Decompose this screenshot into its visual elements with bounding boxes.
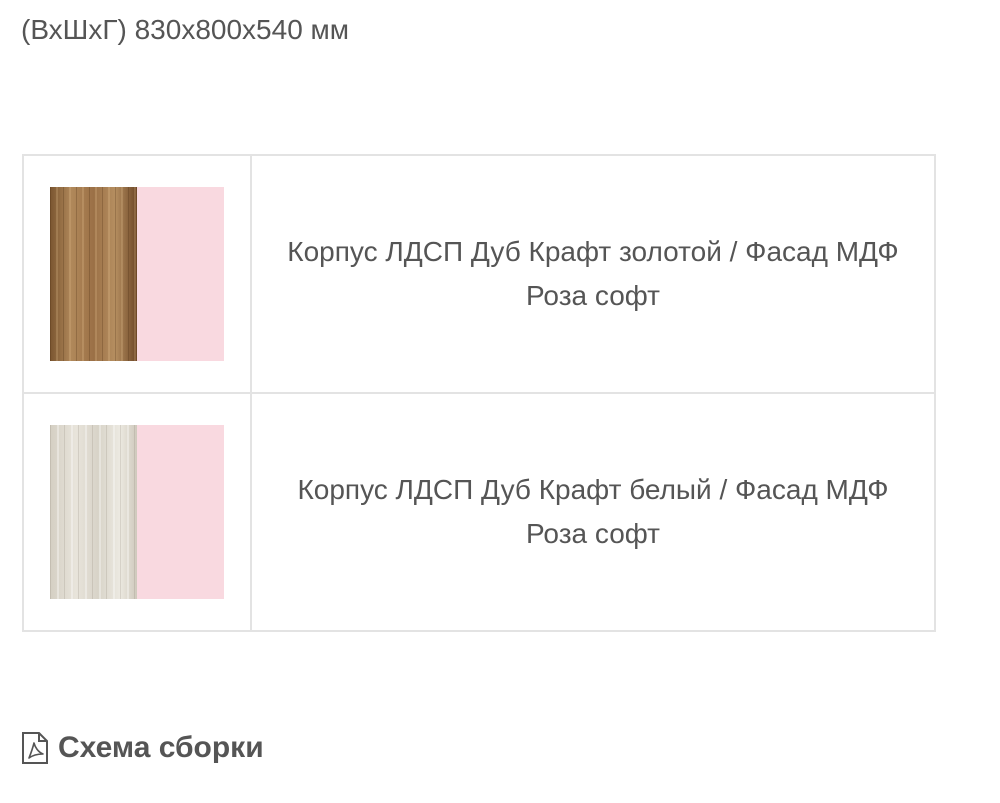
- wood-texture-golden: [50, 187, 137, 361]
- product-dimensions: (ВхШхГ) 830х800х540 мм: [21, 14, 350, 45]
- color-swatch-golden-oak-rose: [50, 187, 224, 361]
- wood-texture-white: [50, 425, 137, 599]
- table-row: Корпус ЛДСП Дуб Крафт золотой / Фасад МД…: [22, 154, 936, 394]
- color-swatch-white-oak-rose: [50, 425, 224, 599]
- assembly-scheme-label: Схема сборки: [58, 731, 264, 764]
- variant-description-cell: Корпус ЛДСП Дуб Крафт золотой / Фасад МД…: [250, 154, 936, 394]
- swatch-cell: [22, 154, 252, 394]
- swatch-cell: [22, 392, 252, 632]
- facade-rose-soft: [137, 187, 224, 361]
- pdf-icon: [20, 731, 50, 765]
- table-row: Корпус ЛДСП Дуб Крафт белый / Фасад МДФ …: [22, 392, 936, 632]
- facade-rose-soft: [137, 425, 224, 599]
- variant-description-cell: Корпус ЛДСП Дуб Крафт белый / Фасад МДФ …: [250, 392, 936, 632]
- assembly-scheme-link[interactable]: Схема сборки: [20, 728, 264, 768]
- variant-description: Корпус ЛДСП Дуб Крафт золотой / Фасад МД…: [287, 236, 899, 311]
- variant-description: Корпус ЛДСП Дуб Крафт белый / Фасад МДФ …: [297, 474, 889, 549]
- color-variants-table: Корпус ЛДСП Дуб Крафт золотой / Фасад МД…: [22, 154, 936, 632]
